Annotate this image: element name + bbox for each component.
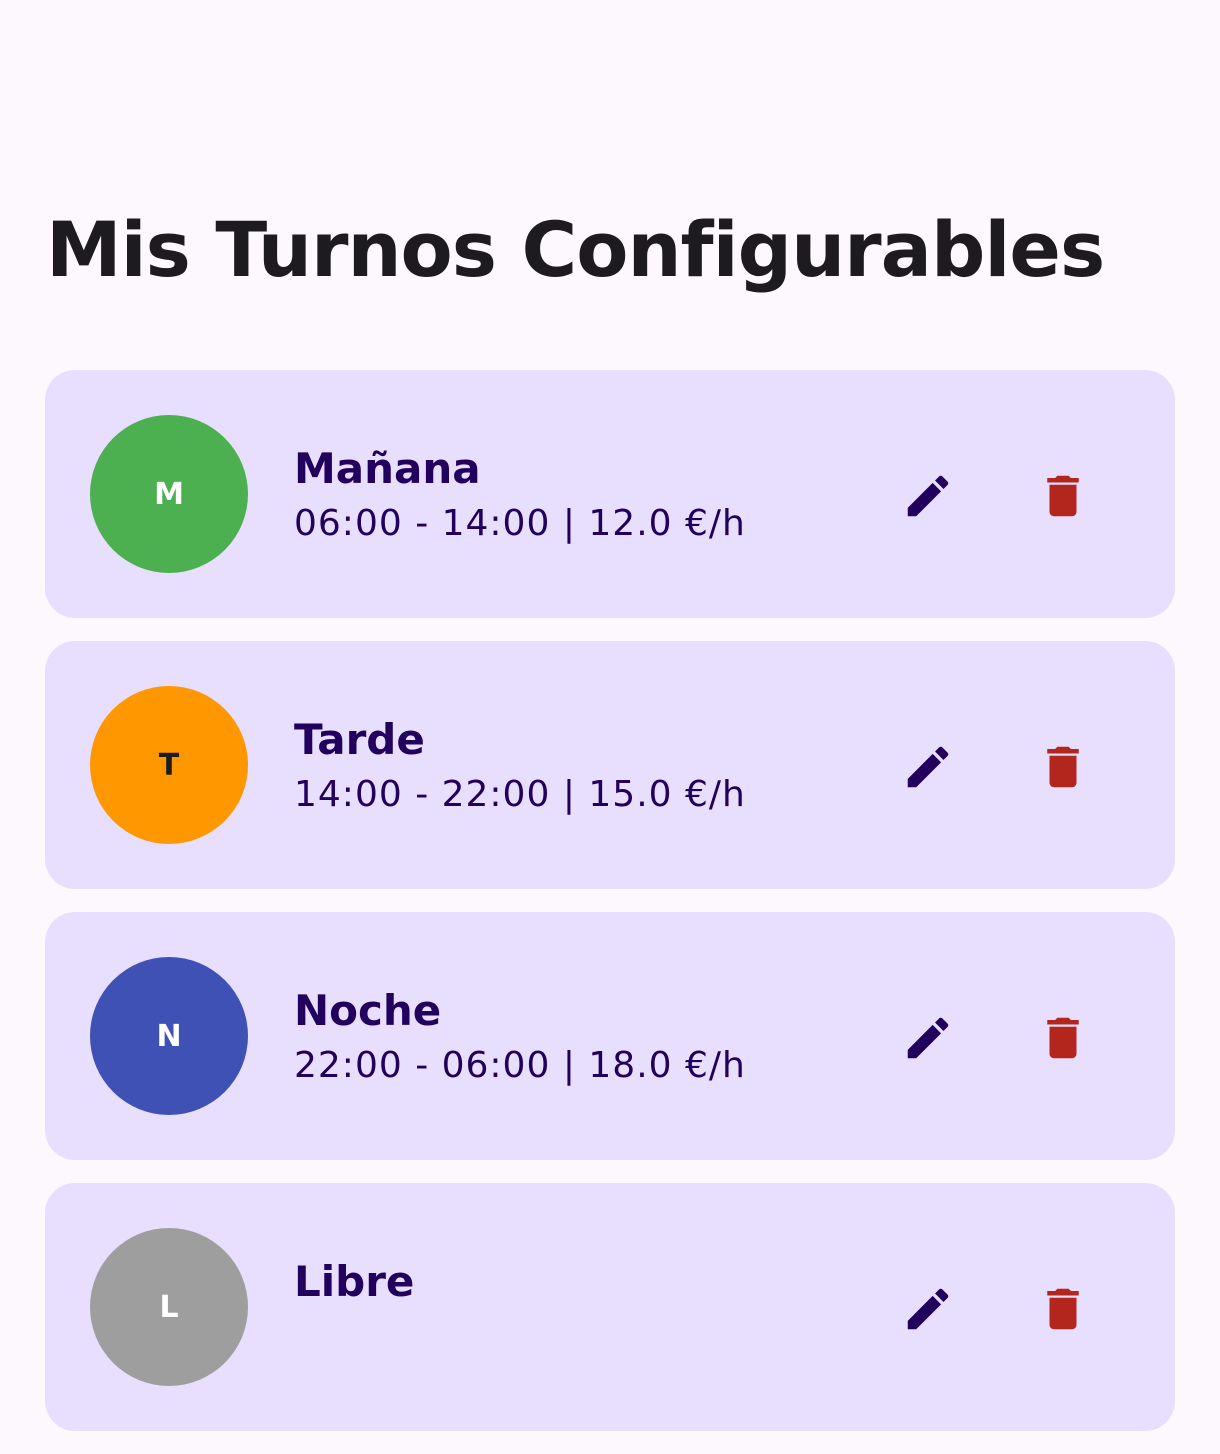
- trash-icon: [1047, 746, 1079, 788]
- shift-initial: N: [156, 1018, 182, 1054]
- shift-info: Libre: [294, 1257, 414, 1317]
- shift-initial: L: [159, 1289, 179, 1325]
- shift-initial: M: [154, 476, 184, 512]
- shift-name: Mañana: [294, 444, 481, 493]
- shift-card-noche[interactable]: N Noche 22:00 - 06:00 | 18.0 €/h: [45, 912, 1175, 1160]
- edit-shift-button[interactable]: [896, 464, 960, 528]
- shift-initial: T: [158, 747, 180, 783]
- trash-icon: [1047, 1017, 1079, 1059]
- shift-card-tarde[interactable]: T Tarde 14:00 - 22:00 | 15.0 €/h: [45, 641, 1175, 889]
- edit-shift-button[interactable]: [896, 1277, 960, 1341]
- pencil-icon: [907, 475, 949, 517]
- shift-info: Tarde 14:00 - 22:00 | 15.0 €/h: [294, 715, 746, 815]
- shift-card-libre[interactable]: L Libre: [45, 1183, 1175, 1431]
- delete-shift-button[interactable]: [1031, 735, 1095, 799]
- shift-avatar: M: [90, 415, 248, 573]
- shift-avatar: T: [90, 686, 248, 844]
- shift-schedule-rate: 22:00 - 06:00 | 18.0 €/h: [294, 1045, 746, 1086]
- shift-schedule-rate: 14:00 - 22:00 | 15.0 €/h: [294, 774, 746, 815]
- pencil-icon: [907, 746, 949, 788]
- pencil-icon: [907, 1017, 949, 1059]
- shift-card-manana[interactable]: M Mañana 06:00 - 14:00 | 12.0 €/h: [45, 370, 1175, 618]
- shift-list: M Mañana 06:00 - 14:00 | 12.0 €/h T Tard…: [45, 370, 1175, 1454]
- delete-shift-button[interactable]: [1031, 1006, 1095, 1070]
- trash-icon: [1047, 1288, 1079, 1330]
- shift-info: Noche 22:00 - 06:00 | 18.0 €/h: [294, 986, 746, 1086]
- page-title: Mis Turnos Configurables: [46, 205, 1105, 294]
- shift-name: Libre: [294, 1257, 415, 1306]
- shift-schedule-rate: 06:00 - 14:00 | 12.0 €/h: [294, 503, 746, 544]
- edit-shift-button[interactable]: [896, 1006, 960, 1070]
- shift-avatar: L: [90, 1228, 248, 1386]
- edit-shift-button[interactable]: [896, 735, 960, 799]
- shift-info: Mañana 06:00 - 14:00 | 12.0 €/h: [294, 444, 746, 544]
- shift-name: Tarde: [294, 715, 425, 764]
- delete-shift-button[interactable]: [1031, 464, 1095, 528]
- shift-avatar: N: [90, 957, 248, 1115]
- shift-name: Noche: [294, 986, 442, 1035]
- trash-icon: [1047, 475, 1079, 517]
- pencil-icon: [907, 1288, 949, 1330]
- delete-shift-button[interactable]: [1031, 1277, 1095, 1341]
